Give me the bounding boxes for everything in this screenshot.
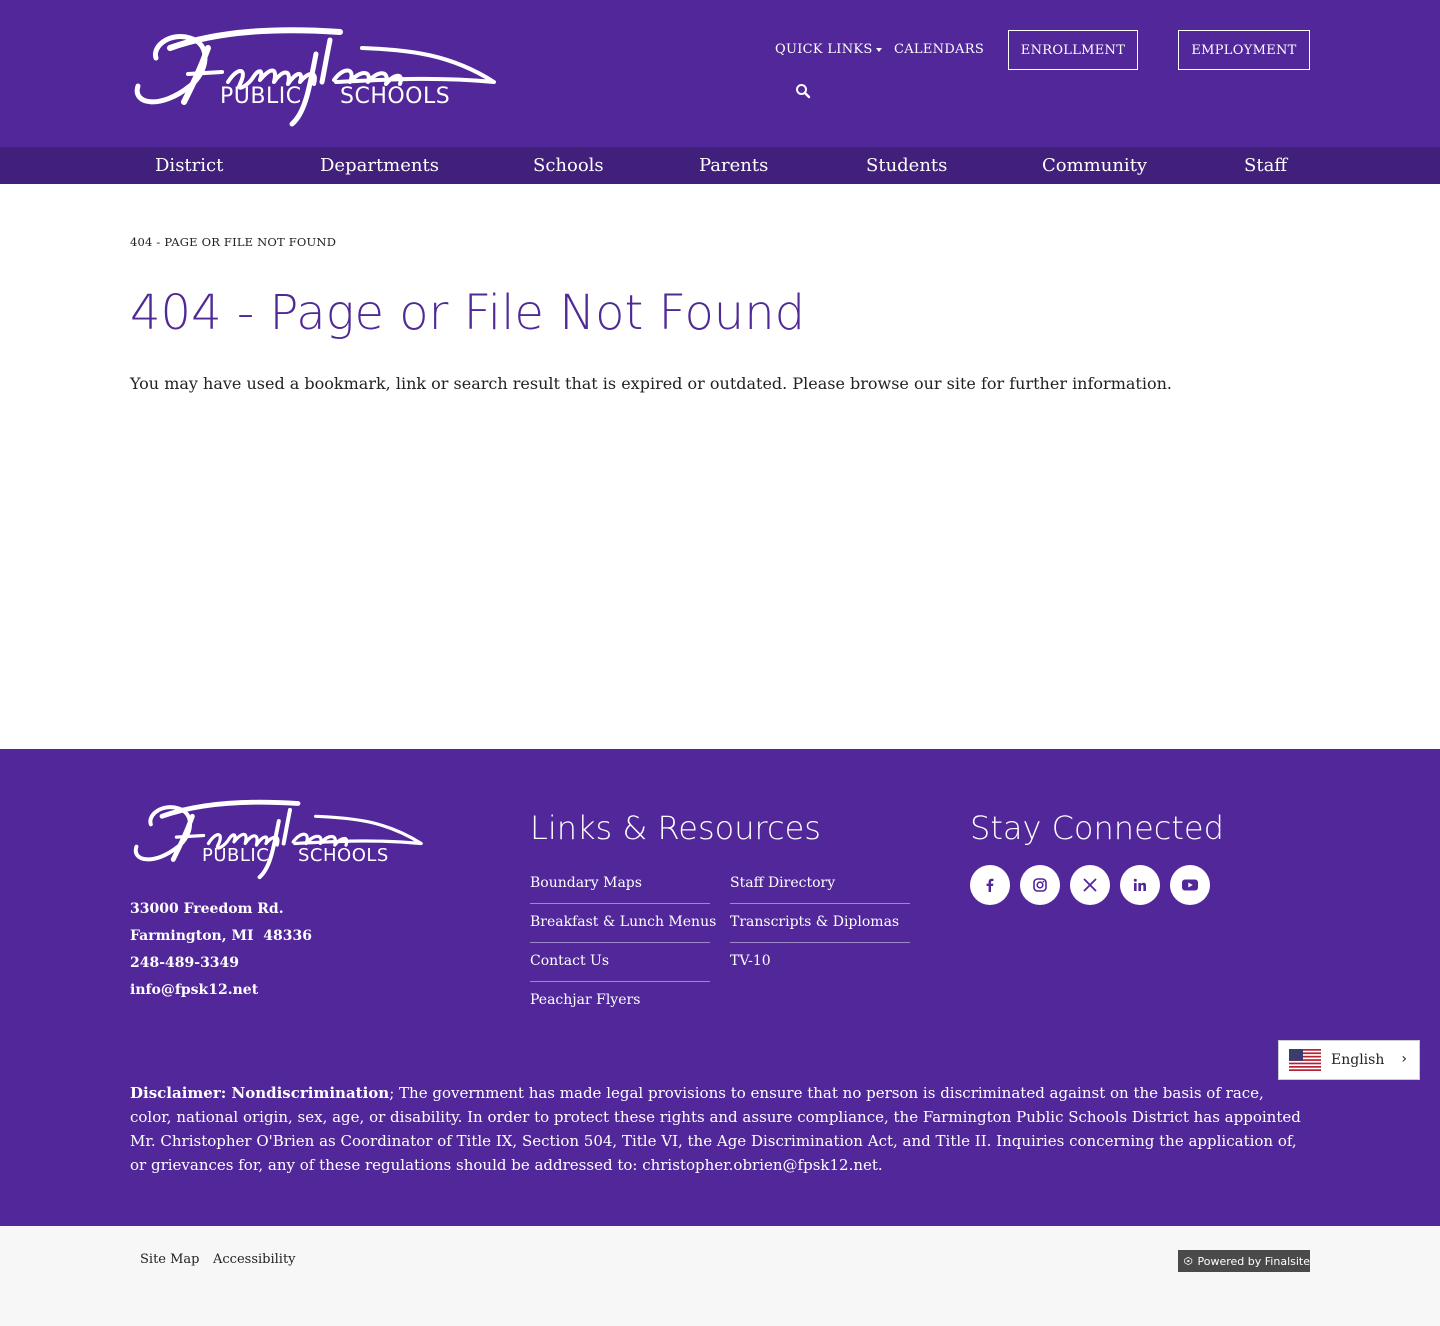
nav-item-departments[interactable]: Departments	[320, 147, 439, 184]
calendars-link[interactable]: CALENDARS	[894, 42, 984, 57]
disclaimer-end: .	[877, 1156, 883, 1174]
enrollment-button[interactable]: ENROLLMENT	[1008, 30, 1138, 70]
language-label: English	[1331, 1052, 1385, 1068]
chevron-right-icon: ›	[1401, 1051, 1407, 1067]
footer-link-contact[interactable]: Contact Us	[530, 943, 710, 982]
caret-down-icon	[875, 47, 882, 52]
youtube-icon	[1182, 879, 1198, 891]
linkedin-button[interactable]	[1120, 865, 1160, 905]
employment-button[interactable]: EMPLOYMENT	[1178, 30, 1310, 70]
phone-link-wrap: 248-489-3349	[130, 955, 239, 971]
site-footer: PUBLIC SCHOOLS 33000 Freedom Rd. Farming…	[0, 749, 1440, 1226]
logo-public-text: PUBLIC	[220, 84, 302, 109]
footer-link-tv10[interactable]: TV-10	[730, 943, 910, 982]
footer-logo-public-text: PUBLIC	[202, 845, 270, 866]
instagram-icon	[1033, 878, 1047, 892]
address-line-2: Farmington, MI 48336	[130, 928, 312, 944]
disclaimer-title: Disclaimer: Nondiscrimination	[130, 1084, 390, 1102]
finalsite-logo-icon	[1184, 1256, 1193, 1266]
logo-script-icon	[134, 27, 496, 127]
breadcrumb: 404 - PAGE OR FILE NOT FOUND	[130, 235, 337, 249]
language-selector[interactable]: English ›	[1278, 1040, 1420, 1080]
nav-item-schools[interactable]: Schools	[533, 147, 604, 184]
address-line-1: 33000 Freedom Rd.	[130, 901, 284, 917]
footer-link-boundary-maps[interactable]: Boundary Maps	[530, 865, 710, 904]
connect-heading: Stay Connected	[970, 809, 1224, 847]
email-link[interactable]: info@fpsk12.net	[130, 982, 258, 998]
facebook-icon	[986, 878, 994, 892]
footer-link-menus[interactable]: Breakfast & Lunch Menus	[530, 904, 716, 943]
nav-item-staff[interactable]: Staff	[1244, 147, 1287, 184]
instagram-button[interactable]	[1020, 865, 1060, 905]
quick-links-dropdown[interactable]: QUICK LINKS	[775, 42, 882, 57]
page-title: 404 - Page or File Not Found	[130, 285, 806, 341]
search-icon	[796, 84, 811, 99]
facebook-button[interactable]	[970, 865, 1010, 905]
nav-item-parents[interactable]: Parents	[699, 147, 768, 184]
email-link-wrap: info@fpsk12.net	[130, 982, 258, 998]
powered-by-badge[interactable]: Powered by Finalsite	[1178, 1250, 1310, 1272]
footer-link-staff-directory[interactable]: Staff Directory	[730, 865, 910, 904]
footer-logo[interactable]: PUBLIC SCHOOLS	[130, 797, 426, 882]
x-icon	[1083, 878, 1097, 892]
powered-by-text: Powered by Finalsite	[1197, 1254, 1310, 1268]
phone-link[interactable]: 248-489-3349	[130, 955, 239, 971]
disclaimer: Disclaimer: Nondiscrimination; The gover…	[130, 1081, 1310, 1177]
logo-script-icon	[133, 799, 423, 880]
footer-logo-schools-text: SCHOOLS	[298, 845, 389, 866]
linkedin-icon	[1133, 878, 1146, 891]
accessibility-link[interactable]: Accessibility	[213, 1252, 296, 1267]
page-body-text: You may have used a bookmark, link or se…	[130, 374, 1172, 393]
logo-schools-text: SCHOOLS	[340, 84, 451, 109]
quick-links-label: QUICK LINKS	[775, 42, 873, 57]
links-heading: Links & Resources	[530, 809, 821, 847]
site-logo[interactable]: PUBLIC SCHOOLS	[130, 24, 500, 130]
us-flag-icon	[1289, 1049, 1321, 1071]
bottom-bar: Site Map Accessibility Powered by Finals…	[0, 1226, 1440, 1326]
footer-link-transcripts[interactable]: Transcripts & Diplomas	[730, 904, 910, 943]
nav-item-students[interactable]: Students	[866, 147, 947, 184]
footer-link-peachjar[interactable]: Peachjar Flyers	[530, 982, 710, 1021]
site-map-link[interactable]: Site Map	[140, 1252, 200, 1267]
nav-item-district[interactable]: District	[155, 147, 223, 184]
search-button[interactable]	[795, 83, 811, 99]
main-nav: District Departments Schools Parents Stu…	[0, 147, 1440, 184]
disclaimer-email-link[interactable]: christopher.obrien@fpsk12.net	[642, 1156, 878, 1174]
site-header: PUBLIC SCHOOLS QUICK LINKS CALENDARS ENR…	[0, 0, 1440, 147]
youtube-button[interactable]	[1170, 865, 1210, 905]
nav-item-community[interactable]: Community	[1042, 147, 1147, 184]
x-button[interactable]	[1070, 865, 1110, 905]
